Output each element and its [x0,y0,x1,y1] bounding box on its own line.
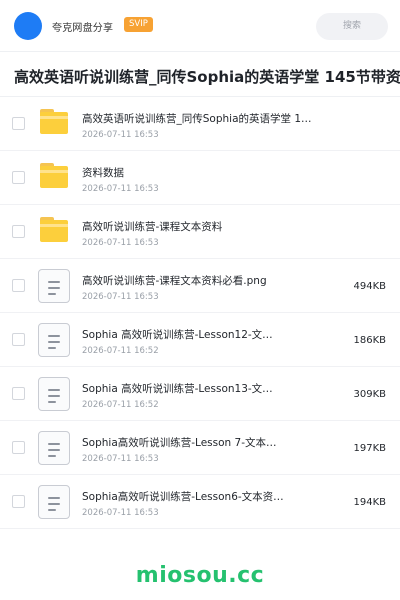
page-title: 高效英语听说训练营_同传Sophia的英语学堂 145节带资料 [14,68,400,86]
list-item[interactable]: 高效听说训练营-课程文本资料必看.png 2026-07-11 16:53 49… [0,259,400,313]
file-time: 2026-07-11 16:52 [82,400,159,410]
checkbox[interactable] [12,441,25,454]
file-time: 2026-07-11 16:52 [82,346,159,356]
svip-badge: SVIP [124,17,153,32]
folder-icon [38,215,70,249]
file-time: 2026-07-11 16:53 [82,238,159,248]
list-item[interactable]: Sophia高效听说训练营-Lesson6-文本资… 2026-07-11 16… [0,475,400,529]
search-input[interactable]: 搜索 [316,13,388,40]
file-name: Sophia高效听说训练营-Lesson6-文本资… [82,491,284,503]
file-time: 2026-07-11 16:53 [82,130,159,140]
checkbox[interactable] [12,387,25,400]
list-item[interactable]: Sophia 高效听说训练营-Lesson12-文… 2026-07-11 16… [0,313,400,367]
file-name: 资料数据 [82,167,124,179]
watermark: miosou.cc [135,563,265,588]
file-name: 高效听说训练营-课程文本资料必看.png [82,275,267,287]
checkbox[interactable] [12,333,25,346]
folder-icon [38,107,70,141]
document-icon [38,269,70,303]
folder-icon [38,161,70,195]
file-name: Sophia 高效听说训练营-Lesson13-文… [82,383,273,395]
checkbox[interactable] [12,225,25,238]
file-time: 2026-07-11 16:53 [82,454,159,464]
list-item[interactable]: Sophia高效听说训练营-Lesson 7-文本… 2026-07-11 16… [0,421,400,475]
list-item[interactable]: 高效听说训练营-课程文本资料 2026-07-11 16:53 [0,205,400,259]
file-size: 197KB [353,443,386,454]
file-time: 2026-07-11 16:53 [82,508,159,518]
username[interactable]: 夸克网盘分享 [52,19,113,34]
top-bar: 夸克网盘分享 SVIP 搜索 [0,0,400,52]
file-name: 高效听说训练营-课程文本资料 [82,221,223,233]
list-item[interactable]: 资料数据 2026-07-11 16:53 [0,151,400,205]
checkbox[interactable] [12,495,25,508]
document-icon [38,485,70,519]
file-name: 高效英语听说训练营_同传Sophia的英语学堂 1… [82,113,312,125]
list-item[interactable]: 高效英语听说训练营_同传Sophia的英语学堂 1… 2026-07-11 16… [0,97,400,151]
checkbox[interactable] [12,117,25,130]
file-list: 高效英语听说训练营_同传Sophia的英语学堂 1… 2026-07-11 16… [0,97,400,529]
checkbox[interactable] [12,171,25,184]
list-item[interactable]: Sophia 高效听说训练营-Lesson13-文… 2026-07-11 16… [0,367,400,421]
file-size: 186KB [353,335,386,346]
file-size: 309KB [353,389,386,400]
file-size: 494KB [353,281,386,292]
avatar[interactable] [14,12,42,40]
document-icon [38,323,70,357]
document-icon [38,377,70,411]
checkbox[interactable] [12,279,25,292]
document-icon [38,431,70,465]
file-time: 2026-07-11 16:53 [82,292,159,302]
file-name: Sophia高效听说训练营-Lesson 7-文本… [82,437,277,449]
file-size: 194KB [353,497,386,508]
file-time: 2026-07-11 16:53 [82,184,159,194]
file-name: Sophia 高效听说训练营-Lesson12-文… [82,329,273,341]
